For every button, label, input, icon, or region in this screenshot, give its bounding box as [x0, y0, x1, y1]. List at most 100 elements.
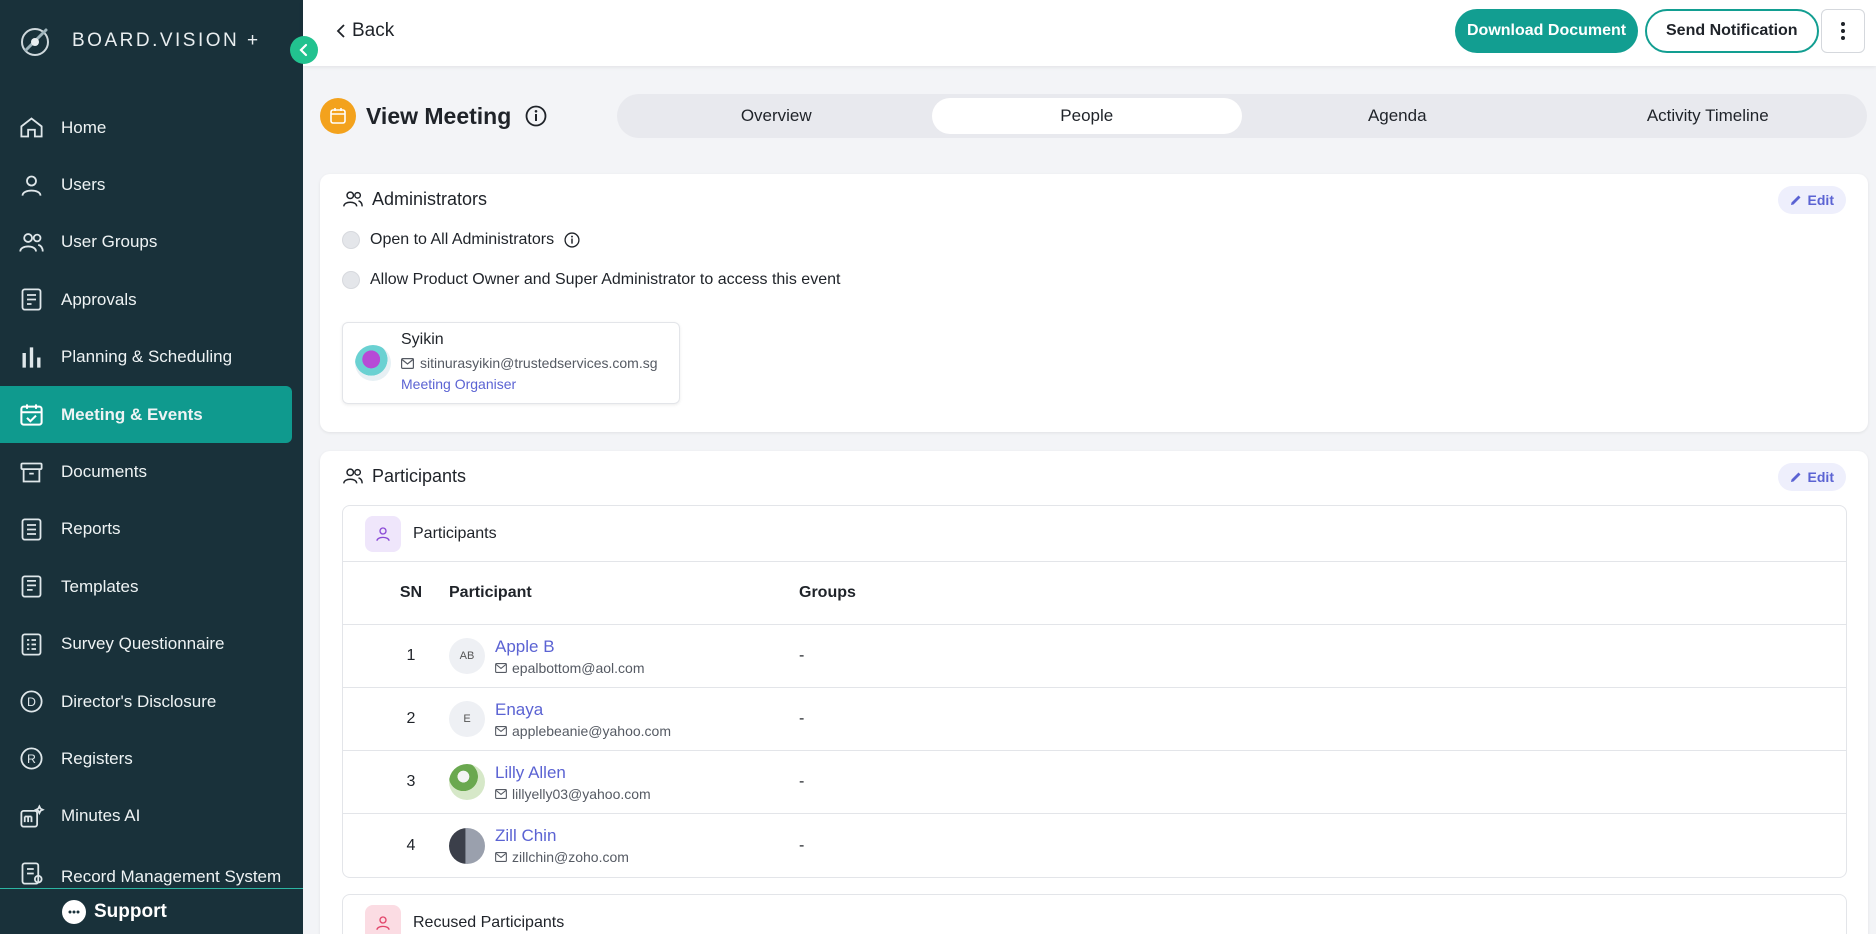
open-to-all-option[interactable]: Open to All Administrators	[342, 231, 580, 249]
tab-activity-timeline[interactable]: Activity Timeline	[1553, 98, 1864, 134]
sidebar-item-home[interactable]: Home	[0, 99, 303, 156]
back-button[interactable]: Back	[336, 20, 394, 42]
participant-name-link[interactable]: Zill Chin	[495, 826, 629, 846]
mail-icon	[401, 357, 414, 369]
sidebar-item-survey[interactable]: Survey Questionnaire	[0, 616, 303, 673]
avatar	[449, 827, 485, 864]
allow-product-owner-option[interactable]: Allow Product Owner and Super Administra…	[342, 271, 840, 289]
recused-subheader: Recused Participants	[343, 895, 1846, 934]
mail-icon	[495, 725, 507, 736]
tab-overview[interactable]: Overview	[621, 98, 932, 134]
participant-email: zillchin@zoho.com	[512, 849, 629, 865]
participant-email-row: epalbottom@aol.com	[495, 660, 645, 676]
participants-subtitle: Participants	[413, 524, 497, 542]
table-row: 4 Zill Chin zillchin@zoho.com -	[343, 814, 1846, 877]
brand-name: BOARD.VISION +	[72, 30, 261, 51]
allow-product-owner-label: Allow Product Owner and Super Administra…	[370, 271, 841, 288]
mail-icon	[495, 662, 507, 673]
r-circle-icon: R	[20, 747, 43, 771]
sidebar-item-label: User Groups	[61, 232, 158, 252]
sidebar-item-disclosure[interactable]: D Director's Disclosure	[0, 673, 303, 730]
edit-administrators-button[interactable]: Edit	[1777, 186, 1846, 214]
column-header-participant: Participant	[449, 584, 532, 601]
participant-name-link[interactable]: Apple B	[495, 637, 645, 657]
participant-groups: -	[799, 836, 805, 854]
administrators-heading: Administrators	[342, 188, 487, 210]
support-label: Support	[94, 900, 167, 922]
participants-subheader: Participants	[343, 506, 1846, 562]
sidebar-item-users[interactable]: Users	[0, 156, 303, 213]
sidebar-item-label: Documents	[61, 462, 147, 482]
participant-groups: -	[799, 710, 805, 727]
sidebar-item-planning[interactable]: Planning & Scheduling	[0, 329, 303, 386]
sidebar-item-label: Templates	[61, 576, 139, 596]
sidebar-item-label: Survey Questionnaire	[61, 634, 225, 654]
organiser-card: Syikin sitinurasyikin@trustedservices.co…	[342, 322, 680, 404]
sidebar-item-label: Planning & Scheduling	[61, 347, 233, 367]
logo-icon	[21, 28, 49, 56]
brand[interactable]: BOARD.VISION +	[16, 22, 261, 60]
top-bar: Back Download Document Send Notification	[303, 0, 1876, 66]
survey-icon	[21, 633, 42, 656]
kebab-menu-icon	[1841, 22, 1845, 40]
participant-email-row: applebeanie@yahoo.com	[495, 723, 671, 739]
participant-name-link[interactable]: Enaya	[495, 700, 671, 720]
tab-agenda[interactable]: Agenda	[1242, 98, 1553, 134]
sidebar-item-meetings[interactable]: Meeting & Events	[0, 385, 292, 444]
administrators-title: Administrators	[372, 188, 488, 209]
open-to-all-radio[interactable]	[342, 231, 360, 249]
user-icon	[365, 515, 401, 552]
pencil-icon	[1790, 195, 1801, 205]
archive-icon	[20, 462, 43, 482]
tab-people[interactable]: People	[931, 98, 1242, 134]
sidebar-item-approvals[interactable]: Approvals	[0, 271, 303, 328]
edit-participants-button[interactable]: Edit	[1777, 463, 1846, 491]
organiser-name: Syikin	[401, 331, 444, 348]
sidebar-item-minutes-ai[interactable]: Minutes AI	[0, 788, 303, 845]
sidebar-collapse-button[interactable]	[290, 36, 318, 64]
bar-chart-icon	[22, 347, 41, 368]
record-icon	[21, 862, 43, 885]
recused-participants-box: Recused Participants	[342, 894, 1847, 934]
allow-product-owner-radio[interactable]	[342, 271, 360, 289]
participants-heading: Participants	[342, 465, 466, 487]
organiser-email-row: sitinurasyikin@trustedservices.com.sg	[401, 355, 658, 371]
chevron-left-icon	[336, 24, 345, 38]
participant-email: applebeanie@yahoo.com	[512, 722, 671, 739]
support-button[interactable]: Support	[0, 888, 303, 934]
participant-groups: -	[799, 647, 805, 664]
sidebar-item-label: Meeting & Events	[61, 404, 203, 424]
sidebar-item-templates[interactable]: Templates	[0, 558, 303, 615]
edit-label: Edit	[1807, 469, 1834, 485]
d-circle-icon: D	[20, 690, 43, 713]
avatar: AB	[449, 638, 485, 674]
page-header: View Meeting	[320, 98, 547, 134]
sidebar-item-label: Record Management System	[61, 867, 282, 887]
organiser-role: Meeting Organiser	[401, 376, 517, 392]
user-icon	[21, 175, 42, 196]
download-document-button[interactable]: Download Document	[1455, 9, 1639, 53]
participant-cell: AB Apple B epalbottom@aol.com	[449, 637, 799, 676]
table-header: SN Participant Groups	[343, 562, 1846, 625]
sidebar-nav: Home Users User Groups Approvals Plannin…	[0, 99, 303, 902]
page-title: View Meeting	[366, 102, 512, 129]
row-sn: 4	[406, 836, 416, 854]
info-icon[interactable]	[564, 232, 580, 248]
recused-title: Recused Participants	[413, 914, 565, 931]
open-to-all-label: Open to All Administrators	[370, 231, 555, 248]
edit-label: Edit	[1807, 192, 1834, 208]
sidebar-item-documents[interactable]: Documents	[0, 443, 303, 500]
sidebar-item-registers[interactable]: R Registers	[0, 730, 303, 787]
participant-email: lillyelly03@yahoo.com	[512, 785, 651, 802]
pencil-icon	[1790, 472, 1801, 482]
more-options-button[interactable]	[1821, 9, 1865, 53]
participant-groups: -	[799, 773, 805, 790]
sidebar-item-label: Registers	[61, 748, 133, 768]
send-notification-button[interactable]: Send Notification	[1645, 9, 1819, 53]
participant-name-link[interactable]: Lilly Allen	[495, 763, 651, 783]
participant-cell: E Enaya applebeanie@yahoo.com	[449, 700, 799, 739]
sidebar-item-reports[interactable]: Reports	[0, 501, 303, 558]
info-icon[interactable]	[525, 105, 547, 127]
minutes-ai-icon	[20, 804, 45, 828]
sidebar-item-user-groups[interactable]: User Groups	[0, 214, 303, 271]
